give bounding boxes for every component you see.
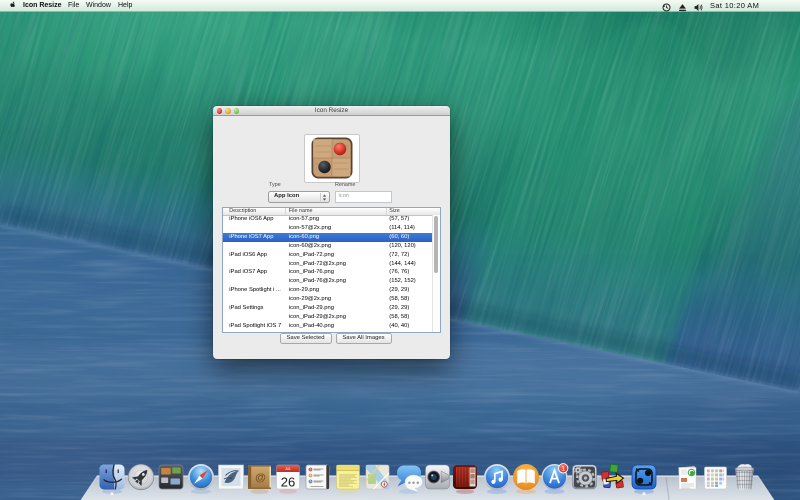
svg-text:JUL: JUL — [285, 467, 291, 471]
svg-text:@: @ — [255, 472, 266, 484]
svg-text:26: 26 — [281, 475, 295, 490]
svg-text:1: 1 — [561, 466, 565, 473]
